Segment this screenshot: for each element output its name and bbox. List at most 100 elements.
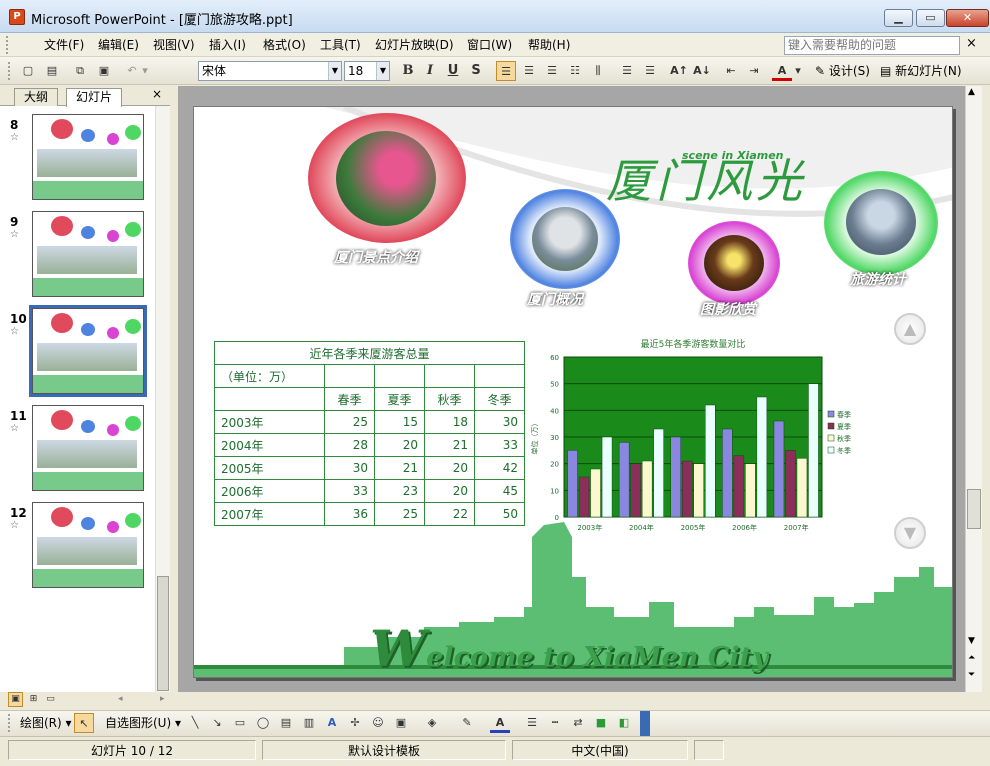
slide-thumbnail-row[interactable]: 8 ☆ bbox=[0, 114, 155, 204]
nav-label-gallery[interactable]: 图影欣赏 bbox=[700, 299, 756, 319]
line-icon[interactable]: ╲ bbox=[185, 713, 205, 733]
bold-button[interactable]: B bbox=[398, 61, 418, 81]
new-icon[interactable]: ▢ bbox=[18, 61, 38, 81]
rectangle-icon[interactable]: ▭ bbox=[230, 713, 250, 733]
slide-thumbnail[interactable] bbox=[29, 305, 147, 397]
close-button[interactable]: ✕ bbox=[946, 9, 989, 27]
arrow-style-icon[interactable]: ⇄ bbox=[568, 713, 588, 733]
nav-label-overview[interactable]: 厦门概况 bbox=[527, 289, 583, 309]
textbox-icon[interactable]: ▤ bbox=[276, 713, 296, 733]
chevron-down-icon[interactable]: ▼ bbox=[328, 62, 341, 80]
slide-thumbnail-row[interactable]: 11 ☆ bbox=[0, 405, 155, 495]
chevron-down-icon[interactable]: ▼ bbox=[376, 62, 389, 80]
nav-label-attractions[interactable]: 厦门景点介绍 bbox=[334, 247, 418, 267]
previous-slide-icon[interactable]: ⏶ bbox=[968, 653, 975, 663]
increase-font-icon[interactable]: A↑ bbox=[669, 61, 689, 81]
design-button[interactable]: ✎ 设计(S) bbox=[815, 61, 870, 81]
open-icon[interactable]: ▤ bbox=[42, 61, 62, 81]
status-design-template[interactable]: 默认设计模板 bbox=[262, 740, 506, 760]
autoshapes-button[interactable]: 自选图形(U) ▾ bbox=[105, 713, 181, 733]
numbering-icon[interactable]: ☰ bbox=[617, 61, 637, 81]
bullets-icon[interactable]: ☰ bbox=[640, 61, 660, 81]
wordart-icon[interactable]: A bbox=[322, 713, 342, 733]
thumbnail-scrollbar[interactable] bbox=[155, 106, 170, 692]
menu-tools[interactable]: 工具(T) bbox=[318, 36, 363, 54]
vertical-textbox-icon[interactable]: ▥ bbox=[299, 713, 319, 733]
shadow-button[interactable]: S bbox=[466, 61, 486, 81]
next-slide-icon[interactable]: ⏷ bbox=[968, 670, 975, 680]
help-search-input[interactable]: 键入需要帮助的问题 bbox=[784, 36, 960, 55]
dash-style-icon[interactable]: ┅ bbox=[545, 713, 565, 733]
menu-window[interactable]: 窗口(W) bbox=[465, 36, 514, 54]
normal-view-icon[interactable]: ▣ bbox=[8, 692, 23, 707]
new-slide-button[interactable]: ▤ 新幻灯片(N) bbox=[880, 61, 962, 81]
menubar-grip[interactable] bbox=[6, 36, 10, 54]
undo-dropdown-icon[interactable]: ▾ bbox=[140, 61, 150, 81]
maximize-button[interactable]: ▭ bbox=[916, 9, 945, 27]
nav-circle-statistics[interactable] bbox=[824, 171, 938, 275]
select-pointer-icon[interactable]: ↖ bbox=[74, 713, 94, 733]
toolbar-grip[interactable] bbox=[8, 62, 12, 80]
undo-icon[interactable]: ↶ bbox=[122, 61, 142, 81]
align-left-icon[interactable]: ☰ bbox=[496, 61, 516, 81]
visitor-table[interactable]: 近年各季来厦游客总量 （单位：万） 春季 夏季 秋季 冬季 2003年 25 15 1… bbox=[214, 341, 525, 526]
slide-sorter-icon[interactable]: ⊞ bbox=[26, 692, 41, 707]
slide-thumbnail-row[interactable]: 10 ☆ bbox=[0, 305, 155, 398]
underline-button[interactable]: U bbox=[443, 61, 463, 81]
arrow-icon[interactable]: ↘ bbox=[207, 713, 227, 733]
decrease-indent-icon[interactable]: ⇤ bbox=[721, 61, 741, 81]
slide-thumbnail-row[interactable]: 9 ☆ bbox=[0, 211, 155, 301]
shadow-style-icon[interactable]: ■ bbox=[591, 713, 611, 733]
tab-outline[interactable]: 大纲 bbox=[14, 88, 59, 106]
distribute-icon[interactable]: ⫼ bbox=[588, 61, 608, 81]
slide-thumbnail-row[interactable]: 12 ☆ bbox=[0, 502, 155, 592]
scroll-thumb[interactable] bbox=[967, 489, 981, 529]
font-color-dropdown-icon[interactable]: ▾ bbox=[793, 61, 803, 81]
menu-slideshow[interactable]: 幻灯片放映(D) bbox=[373, 36, 456, 54]
tab-slides[interactable]: 幻灯片 bbox=[66, 88, 123, 107]
scroll-left-icon[interactable]: ◂ bbox=[118, 694, 123, 704]
italic-button[interactable]: I bbox=[420, 61, 440, 81]
nav-circle-attractions[interactable] bbox=[308, 113, 466, 243]
line-color-icon[interactable]: ✎ bbox=[457, 713, 477, 733]
line-style-icon[interactable]: ☰ bbox=[522, 713, 542, 733]
decrease-font-icon[interactable]: A↓ bbox=[692, 61, 712, 81]
picture-icon[interactable]: ▣ bbox=[391, 713, 411, 733]
drawbar-overflow-icon[interactable] bbox=[640, 711, 650, 736]
slide-thumbnail[interactable] bbox=[32, 405, 144, 491]
minimize-button[interactable]: ▁ bbox=[884, 9, 913, 27]
paste-icon[interactable]: ▣ bbox=[94, 61, 114, 81]
draw-menu-button[interactable]: 绘图(R) ▾ bbox=[20, 713, 72, 733]
align-right-icon[interactable]: ☰ bbox=[542, 61, 562, 81]
bar-chart[interactable]: 最近5年各季游客数量对比 0 10 20 30 40 50 60 单位（万） 2003年 2004年… bbox=[529, 335, 869, 545]
clipart-icon[interactable]: ☺ bbox=[368, 713, 388, 733]
oval-icon[interactable]: ◯ bbox=[253, 713, 273, 733]
menu-view[interactable]: 视图(V) bbox=[151, 36, 197, 54]
copy-icon[interactable]: ⧉ bbox=[70, 61, 90, 81]
scroll-up-icon[interactable]: ▲ bbox=[968, 87, 975, 97]
font-color-icon[interactable]: A bbox=[772, 61, 792, 81]
powerpoint-app-icon[interactable]: P bbox=[9, 9, 25, 25]
nav-label-statistics[interactable]: 旅游统计 bbox=[850, 269, 906, 289]
drawbar-grip[interactable] bbox=[8, 714, 12, 732]
slide-thumbnail[interactable] bbox=[32, 502, 144, 588]
menu-help[interactable]: 帮助(H) bbox=[526, 36, 572, 54]
font-select[interactable]: 宋体 ▼ bbox=[198, 61, 342, 81]
vertical-scrollbar[interactable]: ▲ ▼ ⏶ ⏷ bbox=[965, 86, 982, 692]
menu-file[interactable]: 文件(F) bbox=[42, 36, 86, 54]
menu-insert[interactable]: 插入(I) bbox=[207, 36, 248, 54]
font-size-select[interactable]: 18 ▼ bbox=[344, 61, 390, 81]
slideshow-icon[interactable]: ▭ bbox=[43, 692, 58, 707]
3d-style-icon[interactable]: ◧ bbox=[614, 713, 634, 733]
diagram-icon[interactable]: ✢ bbox=[345, 713, 365, 733]
justify-icon[interactable]: ☷ bbox=[565, 61, 585, 81]
scroll-thumb[interactable] bbox=[157, 576, 169, 691]
menu-edit[interactable]: 编辑(E) bbox=[96, 36, 141, 54]
increase-indent-icon[interactable]: ⇥ bbox=[744, 61, 764, 81]
doc-close-icon[interactable]: × bbox=[966, 36, 977, 51]
font-color-draw-icon[interactable]: A bbox=[490, 713, 510, 733]
slide-nav-down-icon[interactable]: ▼ bbox=[894, 517, 926, 549]
slide-nav-up-icon[interactable]: ▲ bbox=[894, 313, 926, 345]
pane-close-icon[interactable]: × bbox=[152, 87, 162, 101]
fill-color-icon[interactable]: ◈ bbox=[422, 713, 442, 733]
